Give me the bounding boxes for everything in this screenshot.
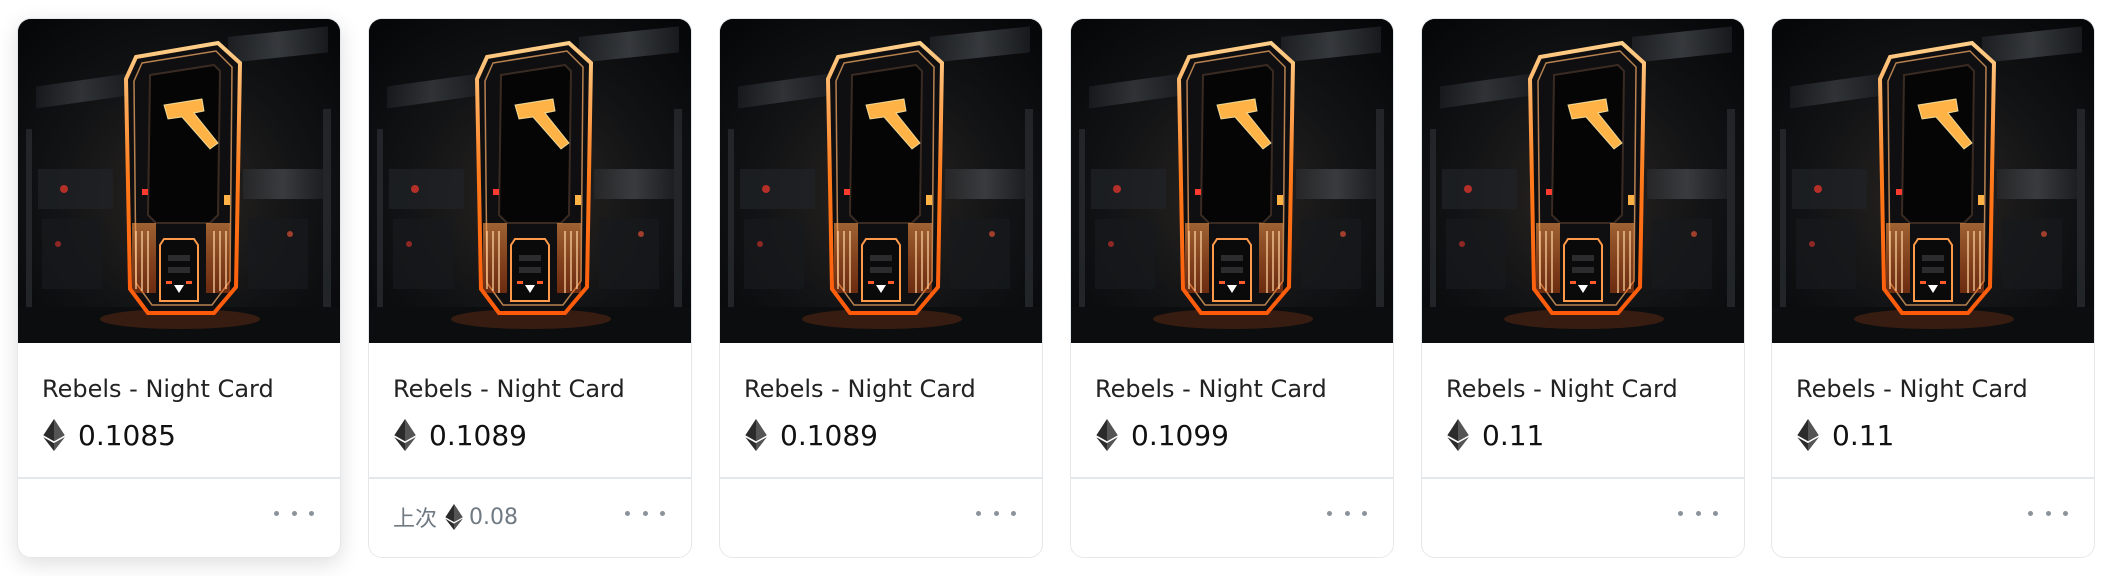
price-row: 0.1089 bbox=[393, 417, 527, 453]
price-row: 0.11 bbox=[1796, 417, 1894, 453]
nft-thumbnail-image[interactable] bbox=[1772, 19, 2095, 343]
more-options-icon[interactable] bbox=[1327, 505, 1367, 521]
more-options-icon[interactable] bbox=[2028, 505, 2068, 521]
more-options-icon[interactable] bbox=[625, 505, 665, 521]
ethereum-icon bbox=[1095, 419, 1119, 451]
price-row: 0.1089 bbox=[744, 417, 878, 453]
card-footer bbox=[1772, 479, 2094, 557]
more-options-icon[interactable] bbox=[274, 505, 314, 521]
price-row: 0.1099 bbox=[1095, 417, 1229, 453]
price-value: 0.1099 bbox=[1131, 418, 1229, 452]
ethereum-icon bbox=[445, 504, 463, 530]
ethereum-icon bbox=[1446, 419, 1470, 451]
card-footer bbox=[18, 479, 340, 557]
nft-card[interactable]: Rebels - Night Card 0.11 bbox=[1771, 18, 2095, 558]
card-footer bbox=[1422, 479, 1744, 557]
nft-thumbnail-image[interactable] bbox=[1422, 19, 1745, 343]
nft-card[interactable]: Rebels - Night Card 0.1085 bbox=[17, 18, 341, 558]
last-sale-price: 0.08 bbox=[469, 504, 518, 530]
price-row: 0.11 bbox=[1446, 417, 1544, 453]
price-value: 0.1085 bbox=[78, 418, 176, 452]
card-footer: 上次 0.08 bbox=[369, 479, 691, 557]
nft-thumbnail-image[interactable] bbox=[720, 19, 1043, 343]
price-value: 0.1089 bbox=[780, 418, 878, 452]
nft-card[interactable]: Rebels - Night Card 0.1089 上次 0.08 bbox=[368, 18, 692, 558]
ethereum-icon bbox=[42, 419, 66, 451]
price-value: 0.1089 bbox=[429, 418, 527, 452]
last-sale-label: 上次 bbox=[393, 507, 438, 532]
nft-thumbnail-image[interactable] bbox=[18, 19, 341, 343]
price-value: 0.11 bbox=[1482, 418, 1545, 452]
nft-title[interactable]: Rebels - Night Card bbox=[1446, 375, 1678, 403]
nft-title[interactable]: Rebels - Night Card bbox=[42, 375, 274, 403]
ethereum-icon bbox=[1796, 419, 1820, 451]
nft-card-row: Rebels - Night Card 0.1085 Rebels - Nigh… bbox=[0, 0, 2112, 576]
nft-title[interactable]: Rebels - Night Card bbox=[1095, 375, 1327, 403]
nft-title[interactable]: Rebels - Night Card bbox=[393, 375, 625, 403]
more-options-icon[interactable] bbox=[976, 505, 1016, 521]
ethereum-icon bbox=[393, 419, 417, 451]
card-footer bbox=[720, 479, 1042, 557]
nft-title[interactable]: Rebels - Night Card bbox=[744, 375, 976, 403]
nft-thumbnail-image[interactable] bbox=[1071, 19, 1394, 343]
ethereum-icon bbox=[744, 419, 768, 451]
nft-card[interactable]: Rebels - Night Card 0.1099 bbox=[1070, 18, 1394, 558]
card-footer bbox=[1071, 479, 1393, 557]
more-options-icon[interactable] bbox=[1678, 505, 1718, 521]
last-sale: 上次 0.08 bbox=[393, 501, 518, 533]
nft-card[interactable]: Rebels - Night Card 0.11 bbox=[1421, 18, 1745, 558]
nft-card[interactable]: Rebels - Night Card 0.1089 bbox=[719, 18, 1043, 558]
price-value: 0.11 bbox=[1832, 418, 1895, 452]
price-row: 0.1085 bbox=[42, 417, 176, 453]
nft-thumbnail-image[interactable] bbox=[369, 19, 692, 343]
nft-title[interactable]: Rebels - Night Card bbox=[1796, 375, 2028, 403]
